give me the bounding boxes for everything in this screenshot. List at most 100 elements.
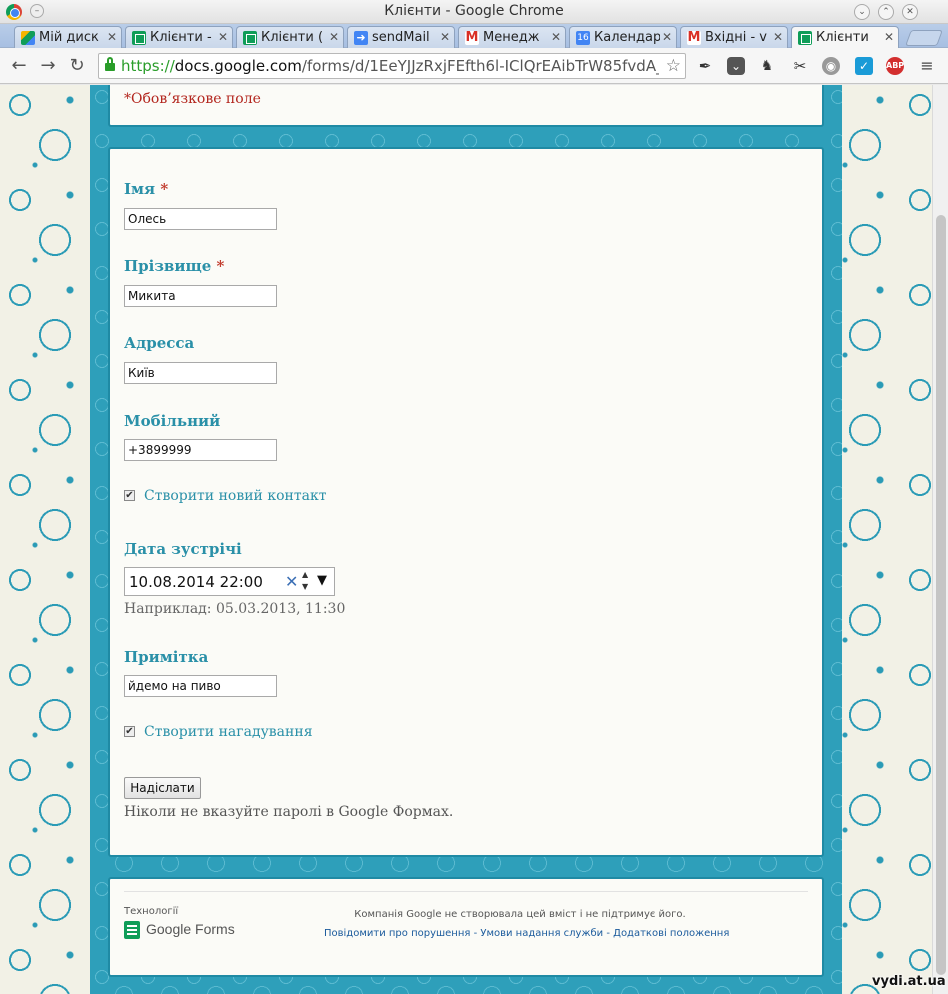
question-name-label: Імя * <box>124 180 169 198</box>
google-forms-logo-text: Google Forms <box>146 921 235 937</box>
required-star: * <box>160 180 169 198</box>
note-input[interactable] <box>124 675 277 697</box>
footer-divider <box>124 891 808 892</box>
password-warning: Ніколи не вказуйте паролі в Google Форма… <box>124 804 454 820</box>
tab-close-icon[interactable]: ✕ <box>773 30 783 44</box>
pocket-icon[interactable]: ⌄ <box>727 57 745 75</box>
forms-icon <box>798 31 812 45</box>
create-reminder-checkbox[interactable]: ✔ <box>124 726 135 737</box>
maximize-icon[interactable]: ⌃ <box>878 4 894 20</box>
tab-calendar[interactable]: 16 Календар ✕ <box>569 26 677 48</box>
clear-icon[interactable]: ✕ <box>285 572 298 591</box>
mobile-input[interactable] <box>124 439 277 461</box>
tab-label: Клієнти - <box>150 30 212 45</box>
tab-clients-form[interactable]: Клієнти ✕ <box>791 26 899 49</box>
terms-of-service-link[interactable]: Умови надання служби <box>480 928 603 939</box>
tab-manager[interactable]: M Менедж ✕ <box>458 26 566 48</box>
powered-by-label: Технології <box>124 906 179 917</box>
spin-down-icon[interactable]: ▼ <box>302 582 308 591</box>
scrollbar-thumb[interactable] <box>936 215 946 975</box>
address-input[interactable] <box>124 362 277 384</box>
bookmark-star-icon[interactable]: ☆ <box>666 56 681 76</box>
tab-sendmail[interactable]: ➜ sendMail ✕ <box>347 26 455 48</box>
tab-label: Клієнти ( <box>261 30 324 45</box>
question-note-label: Примітка <box>124 648 209 666</box>
tab-label: Мій диск <box>39 30 99 45</box>
window-title: Клієнти - Google Chrome <box>384 3 564 19</box>
browser-toolbar: ← → ↻ https://docs.google.com/forms/d/1E… <box>0 48 948 84</box>
vertical-scrollbar[interactable] <box>932 85 948 994</box>
create-contact-checkbox[interactable]: ✔ <box>124 490 135 501</box>
google-forms-icon <box>124 921 140 939</box>
title-bar: – Клієнти - Google Chrome ⌄ ⌃ ✕ <box>0 0 948 24</box>
tab-label: Календар <box>594 30 660 45</box>
question-surname-label: Прізвище * <box>124 257 225 275</box>
create-reminder-option[interactable]: ✔ Створити нагадування <box>124 724 344 742</box>
checkmark-extension-icon[interactable]: ✓ <box>855 57 873 75</box>
menu-icon[interactable]: ≡ <box>918 57 936 75</box>
reload-icon[interactable]: ↻ <box>66 55 88 77</box>
sheets-icon <box>243 31 257 45</box>
footer-disclaimer: Компанія Google не створювала цей вміст … <box>354 909 686 920</box>
tab-close-icon[interactable]: ✕ <box>329 30 339 44</box>
tab-my-drive[interactable]: Мій диск ✕ <box>14 26 122 48</box>
page-background: *Обов’язкове поле Імя * Прізвище * Адрес… <box>0 85 932 994</box>
create-contact-option[interactable]: ✔ Створити новий контакт <box>124 488 384 506</box>
question-address-label: Адресса <box>124 334 195 352</box>
meeting-datetime-input[interactable]: 10.08.2014 22:00 ✕ ▲ ▼ ▼ <box>124 567 335 596</box>
additional-terms-link[interactable]: Додаткові положення <box>613 928 729 939</box>
tab-close-icon[interactable]: ✕ <box>551 30 561 44</box>
tab-clients-2[interactable]: Клієнти ( ✕ <box>236 26 344 48</box>
tab-close-icon[interactable]: ✕ <box>440 30 450 44</box>
extension-feather-icon[interactable]: ✒ <box>696 57 714 75</box>
link-separator: - <box>603 928 614 939</box>
address-bar[interactable]: https://docs.google.com/forms/d/1EeYJJzR… <box>98 53 686 79</box>
tab-close-icon[interactable]: ✕ <box>218 30 228 44</box>
sheets-icon <box>132 31 146 45</box>
surname-input[interactable] <box>124 285 277 307</box>
url-text[interactable]: https://docs.google.com/forms/d/1EeYJJzR… <box>121 57 659 75</box>
gmail-icon: M <box>687 30 701 45</box>
dropdown-arrow-icon[interactable]: ▼ <box>317 573 327 588</box>
question-meeting-date-label: Дата зустрічі <box>124 540 242 558</box>
required-field-note: *Обов’язкове поле <box>124 91 261 107</box>
forward-icon[interactable]: → <box>37 55 59 77</box>
adblock-icon[interactable]: ABP <box>886 57 904 75</box>
tab-close-icon[interactable]: ✕ <box>107 30 117 44</box>
google-forms-logo[interactable]: Google Forms <box>124 920 235 940</box>
submit-button[interactable]: Надіслати <box>124 777 201 799</box>
tab-close-icon[interactable]: ✕ <box>662 30 672 44</box>
globe-icon[interactable]: ◉ <box>822 57 840 75</box>
meeting-datetime-value: 10.08.2014 22:00 <box>129 573 263 591</box>
name-input[interactable] <box>124 208 277 230</box>
required-star: * <box>216 257 225 275</box>
tab-close-icon[interactable]: ✕ <box>884 30 894 44</box>
tab-label: sendMail <box>372 30 430 45</box>
tab-label: Вхідні - v <box>705 30 767 45</box>
meeting-date-hint: Наприклад: 05.03.2013, 11:30 <box>124 601 346 617</box>
gmail-icon: M <box>465 30 479 45</box>
drive-icon <box>21 31 35 45</box>
footer-links: Повідомити про порушення - Умови надання… <box>324 928 729 939</box>
tab-strip: Мій диск ✕ Клієнти - ✕ Клієнти ( ✕ ➜ sen… <box>0 24 948 49</box>
create-contact-label: Створити новий контакт <box>144 488 327 504</box>
close-window-icon[interactable]: ✕ <box>902 4 918 20</box>
link-separator: - <box>470 928 481 939</box>
back-icon[interactable]: ← <box>8 55 30 77</box>
tab-clients-1[interactable]: Клієнти - ✕ <box>125 26 233 48</box>
watermark-text: vydi.at.ua <box>872 974 946 989</box>
lock-icon <box>105 57 115 71</box>
tab-label: Клієнти <box>816 30 869 45</box>
report-abuse-link[interactable]: Повідомити про порушення <box>324 928 470 939</box>
create-reminder-label: Створити нагадування <box>144 724 313 740</box>
minimize-icon[interactable]: ⌄ <box>854 4 870 20</box>
evernote-icon[interactable]: ♞ <box>758 57 776 75</box>
tab-label: Менедж <box>483 30 540 45</box>
new-tab-button[interactable] <box>905 30 943 46</box>
question-mobile-label: Мобільний <box>124 412 221 430</box>
script-icon: ➜ <box>354 31 368 45</box>
clipper-icon[interactable]: ✂ <box>791 57 809 75</box>
tab-inbox[interactable]: M Вхідні - v ✕ <box>680 26 788 48</box>
spin-up-icon[interactable]: ▲ <box>302 570 308 579</box>
calendar-icon: 16 <box>576 31 590 45</box>
